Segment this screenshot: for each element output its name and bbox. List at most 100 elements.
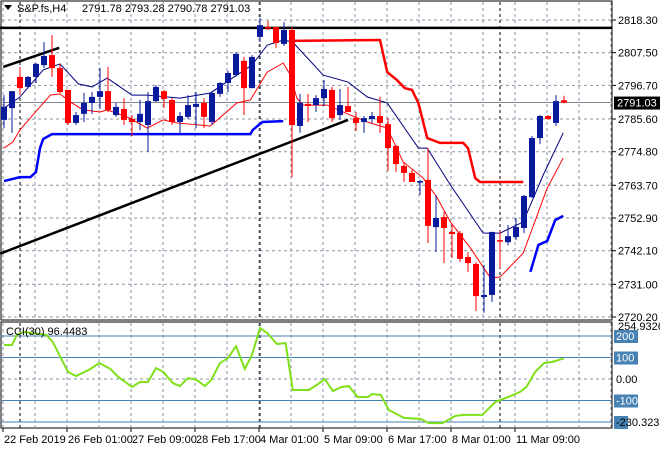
price-tick-label: 2763.70: [618, 180, 658, 192]
candle-body: [545, 115, 551, 119]
candle-body: [81, 102, 87, 114]
candle-body: [505, 236, 511, 243]
candle-body: [425, 179, 431, 226]
candle-body: [521, 195, 527, 228]
candle-body: [433, 218, 439, 228]
price-tick-label: 2807.50: [618, 48, 658, 60]
candle-body: [25, 76, 31, 87]
candle-body: [73, 115, 79, 123]
candle-body: [369, 115, 375, 119]
candle-body: [449, 231, 455, 235]
price-chart[interactable]: CCI(30) 96.4483 2818.30 2807.50 2796.70 278…: [0, 0, 660, 450]
candle-body: [353, 118, 359, 123]
candle-body: [393, 145, 399, 165]
candle-body: [457, 233, 463, 259]
time-tick-label: 6 Mar 17:00: [388, 434, 447, 446]
candle-body: [233, 53, 239, 76]
candle-body: [513, 227, 519, 238]
candle-body: [537, 115, 543, 139]
price-tick-label: 2731.00: [618, 279, 658, 291]
candle-body: [297, 102, 303, 126]
time-tick-label: 22 Feb 2019: [4, 434, 66, 446]
price-tick-label: 2785.60: [618, 114, 658, 126]
price-tick-label: 2818.30: [618, 15, 658, 27]
time-tick-label: 26 Feb 01:00: [68, 434, 133, 446]
candle: [521, 194, 527, 234]
candle-body: [465, 257, 471, 264]
candle: [489, 231, 495, 302]
candle-body: [17, 76, 23, 89]
candle-body: [385, 124, 391, 149]
candle-body: [321, 89, 327, 99]
time-tick-label: 5 Mar 09:00: [324, 434, 383, 446]
candle: [57, 63, 63, 93]
price-tick-label: 2774.80: [618, 147, 658, 159]
candle-body: [1, 106, 7, 120]
candle-body: [185, 105, 191, 117]
candle-body: [345, 105, 351, 113]
cci-panel-frame: [0, 321, 613, 429]
candle-body: [561, 100, 567, 103]
time-tick-label: 8 Mar 01:00: [452, 434, 511, 446]
candle-body: [41, 56, 47, 66]
candle-body: [177, 115, 183, 123]
candle-body: [265, 26, 271, 29]
candle-body: [305, 103, 311, 106]
price-tick-label: 2752.90: [618, 213, 658, 225]
candle-body: [281, 29, 287, 44]
cci-axis-label: 100: [616, 353, 634, 365]
price-tick-label: 2796.70: [618, 80, 658, 92]
candle-body: [329, 89, 335, 119]
candle-body: [401, 165, 407, 173]
candle-body: [33, 63, 39, 77]
candle-body: [361, 118, 367, 123]
candle-body: [497, 240, 503, 242]
price-tick-label: 2742.10: [618, 246, 658, 258]
candle-body: [105, 91, 111, 110]
candle: [529, 135, 535, 199]
candle-body: [209, 92, 215, 123]
candle-body: [257, 25, 263, 37]
chart-header: S&P.fs,H4 2791.78 2793.28 2790.78 2791.0…: [4, 3, 250, 15]
candle-body: [249, 56, 255, 89]
candle: [65, 89, 71, 126]
candle-body: [377, 115, 383, 123]
main-panel-frame: [0, 0, 613, 321]
candle-body: [145, 101, 151, 126]
candle-body: [217, 82, 223, 94]
candle-body: [113, 106, 119, 116]
current-price-label: 2791.03: [617, 98, 657, 110]
candle-body: [337, 105, 343, 116]
candle-body: [409, 172, 415, 182]
candle-body: [129, 119, 135, 123]
candle: [209, 92, 215, 126]
candle-body: [489, 231, 495, 295]
candle-body: [9, 91, 15, 109]
time-tick-label: 28 Feb 17:00: [196, 434, 261, 446]
time-tick-label: 4 Mar 01:00: [260, 434, 319, 446]
candle-body: [89, 96, 95, 103]
candle: [169, 98, 175, 126]
time-tick-label: 11 Mar 09:00: [516, 434, 580, 446]
grid: [0, 0, 613, 429]
candle: [153, 85, 159, 103]
cci-axis-label: 0.00: [616, 374, 637, 386]
ohlc-readout: 2791.78 2793.28 2790.78 2791.03: [82, 3, 250, 15]
candle-body: [121, 109, 127, 120]
candle: [25, 76, 31, 89]
candle-body: [169, 99, 175, 123]
cci-axis-label: -100: [616, 396, 638, 408]
candle-body: [57, 68, 63, 93]
candle-body: [161, 91, 167, 100]
candle-body: [153, 86, 159, 102]
cci-min-label: -230.3237: [616, 417, 660, 429]
candle: [249, 55, 255, 89]
candle-body: [313, 98, 319, 106]
candle: [457, 231, 463, 262]
candle-body: [193, 103, 199, 107]
candle-body: [441, 217, 447, 228]
time-tick-label: 27 Feb 09:00: [132, 434, 197, 446]
candle: [329, 86, 335, 123]
candle-body: [273, 26, 279, 44]
candle: [233, 52, 239, 77]
